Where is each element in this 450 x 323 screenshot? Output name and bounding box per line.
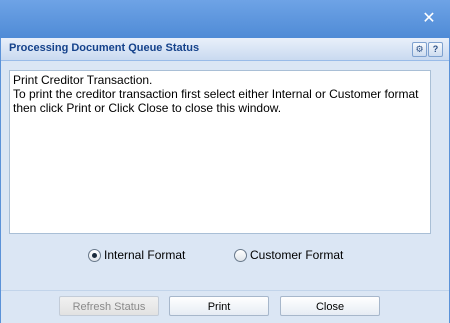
document-queue-panel: Processing Document Queue Status ⚙ ? Pri… — [1, 38, 449, 323]
button-bar: Refresh Status Print Close — [1, 290, 449, 323]
print-button[interactable]: Print — [169, 296, 269, 316]
internal-format-option[interactable]: Internal Format — [88, 248, 198, 264]
close-button[interactable]: Close — [280, 296, 380, 316]
customer-format-label: Customer Format — [250, 248, 344, 262]
window-titlebar: ✕ — [0, 0, 450, 38]
message-line: To print the creditor transaction first … — [13, 87, 419, 101]
gear-icon[interactable]: ⚙ — [412, 42, 427, 57]
customer-format-option[interactable]: Customer Format — [234, 248, 354, 264]
panel-header: Processing Document Queue Status ⚙ ? — [1, 38, 449, 61]
close-icon[interactable]: ✕ — [422, 11, 436, 27]
help-icon[interactable]: ? — [428, 42, 443, 57]
message-line: then click Print or Click Close to close… — [13, 101, 282, 115]
message-line: Print Creditor Transaction. — [13, 73, 153, 87]
status-message-box: Print Creditor Transaction. To print the… — [9, 70, 431, 234]
panel-title: Processing Document Queue Status — [9, 42, 200, 54]
customer-format-radio[interactable] — [234, 249, 247, 262]
internal-format-label: Internal Format — [104, 248, 186, 262]
internal-format-radio[interactable] — [88, 249, 101, 262]
refresh-status-button[interactable]: Refresh Status — [59, 296, 159, 316]
